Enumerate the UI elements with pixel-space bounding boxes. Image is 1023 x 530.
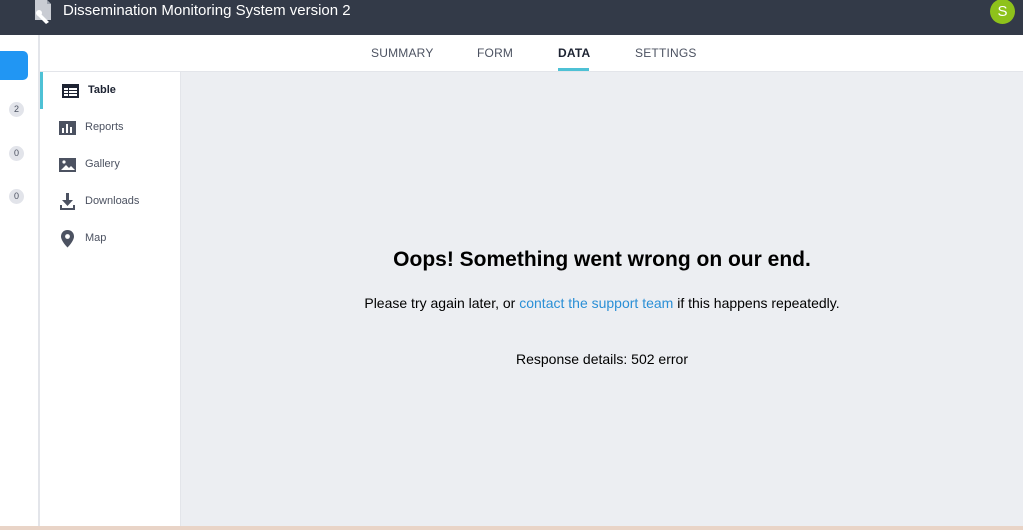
map-pin-icon (59, 230, 77, 248)
sidebar-item-table[interactable]: Table (40, 72, 180, 109)
sidebar-item-downloads[interactable]: Downloads (40, 183, 180, 220)
tab-summary[interactable]: SUMMARY (371, 46, 434, 60)
tab-settings[interactable]: SETTINGS (635, 46, 697, 60)
draft-count-badge[interactable]: 0 (9, 146, 24, 161)
bottom-divider (0, 526, 1023, 530)
error-details: Response details: 502 error (516, 351, 688, 367)
sidebar-item-label: Downloads (85, 195, 140, 207)
error-message-prefix: Please try again later, or (364, 295, 520, 311)
sidebar-item-reports[interactable]: Reports (40, 109, 180, 146)
sidebar-item-label: Gallery (85, 158, 120, 170)
archived-count-badge[interactable]: 0 (9, 189, 24, 204)
bar-chart-icon (59, 119, 77, 137)
tab-form[interactable]: FORM (477, 46, 513, 60)
download-icon (59, 193, 77, 211)
deployed-count-badge[interactable]: 2 (9, 102, 24, 117)
data-main-panel: Oops! Something went wrong on our end. P… (181, 72, 1023, 526)
tab-data[interactable]: DATA (558, 46, 590, 60)
user-avatar[interactable]: S (990, 0, 1015, 24)
sidebar-item-label: Reports (85, 121, 124, 133)
left-rail: 2 0 0 (0, 35, 40, 530)
contact-support-link[interactable]: contact the support team (519, 295, 673, 311)
image-icon (59, 156, 77, 174)
project-tabs: SUMMARY FORM DATA SETTINGS (40, 35, 1023, 72)
error-title: Oops! Something went wrong on our end. (393, 248, 811, 271)
sidebar-item-map[interactable]: Map (40, 220, 180, 257)
app-title: Dissemination Monitoring System version … (63, 2, 351, 19)
sidebar-item-label: Table (88, 84, 116, 96)
active-tab-indicator (558, 68, 589, 71)
error-message-suffix: if this happens repeatedly. (673, 295, 840, 311)
top-bar: Dissemination Monitoring System version … (0, 0, 1023, 35)
sidebar-item-gallery[interactable]: Gallery (40, 146, 180, 183)
error-message: Please try again later, or contact the s… (181, 295, 1023, 311)
project-document-icon[interactable] (30, 0, 56, 24)
table-icon (62, 82, 80, 100)
new-project-button[interactable] (0, 51, 28, 80)
sidebar-item-label: Map (85, 232, 107, 244)
data-sidebar: Table Reports Gallery Downloads Map (40, 72, 181, 530)
